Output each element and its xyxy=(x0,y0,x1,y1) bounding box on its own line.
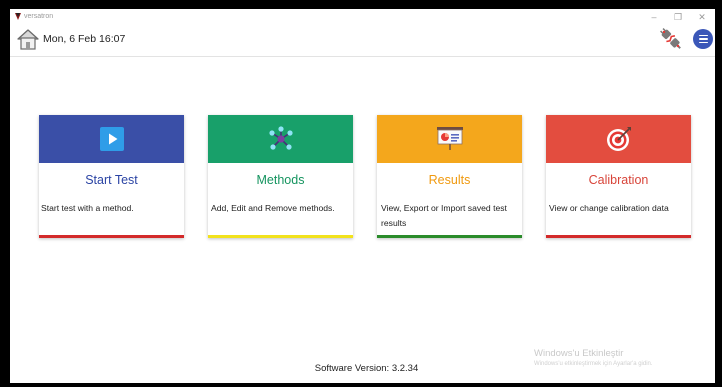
card-title: Methods xyxy=(256,173,305,187)
methods-card[interactable]: Methods Add, Edit and Remove methods. xyxy=(208,115,353,238)
close-button[interactable]: ✕ xyxy=(695,11,709,23)
connection-status-button[interactable] xyxy=(660,28,682,50)
card-accent-bar xyxy=(377,235,522,238)
card-title: Start Test xyxy=(85,173,138,187)
card-title: Calibration xyxy=(588,173,649,187)
home-icon xyxy=(17,29,39,50)
results-card[interactable]: Results View, Export or Import saved tes… xyxy=(377,115,522,238)
card-header xyxy=(208,115,353,163)
maximize-button[interactable]: ❐ xyxy=(671,11,685,23)
card-header xyxy=(39,115,184,163)
card-description: View, Export or Import saved test result… xyxy=(381,203,507,228)
date-time-label: Mon, 6 Feb 16:07 xyxy=(43,33,126,45)
plug-disconnected-icon xyxy=(660,28,681,49)
app-window: versatron – ❐ ✕ Mon, 6 Feb 16:07 Start T… xyxy=(10,9,715,383)
hamburger-menu-icon xyxy=(698,34,708,37)
card-title: Results xyxy=(428,173,471,187)
home-button[interactable] xyxy=(16,27,40,51)
title-bar: versatron – ❐ ✕ xyxy=(10,9,715,25)
minimize-button[interactable]: – xyxy=(647,11,661,23)
play-icon xyxy=(99,127,124,151)
activation-watermark-subtitle: Windows'u etkinleştirmek için Ayarlar'a … xyxy=(534,361,653,367)
card-description: View or change calibration data xyxy=(549,203,669,213)
target-icon xyxy=(606,127,631,151)
window-title: versatron xyxy=(24,13,54,20)
app-header: Mon, 6 Feb 16:07 xyxy=(10,25,715,57)
app-logo-icon xyxy=(15,13,21,20)
presentation-chart-icon xyxy=(436,127,463,150)
card-header xyxy=(546,115,691,163)
calibration-card[interactable]: Calibration View or change calibration d… xyxy=(546,115,691,238)
card-accent-bar xyxy=(546,235,691,238)
header-divider xyxy=(10,56,715,57)
activation-watermark-title: Windows'u Etkinleştir xyxy=(534,348,624,359)
main-menu-button[interactable] xyxy=(693,29,713,49)
card-accent-bar xyxy=(39,235,184,238)
card-header xyxy=(377,115,522,163)
card-accent-bar xyxy=(208,235,353,238)
card-description: Add, Edit and Remove methods. xyxy=(211,203,335,213)
start-test-card[interactable]: Start Test Start test with a method. xyxy=(39,115,184,238)
network-nodes-icon xyxy=(268,126,293,150)
card-description: Start test with a method. xyxy=(41,203,134,213)
